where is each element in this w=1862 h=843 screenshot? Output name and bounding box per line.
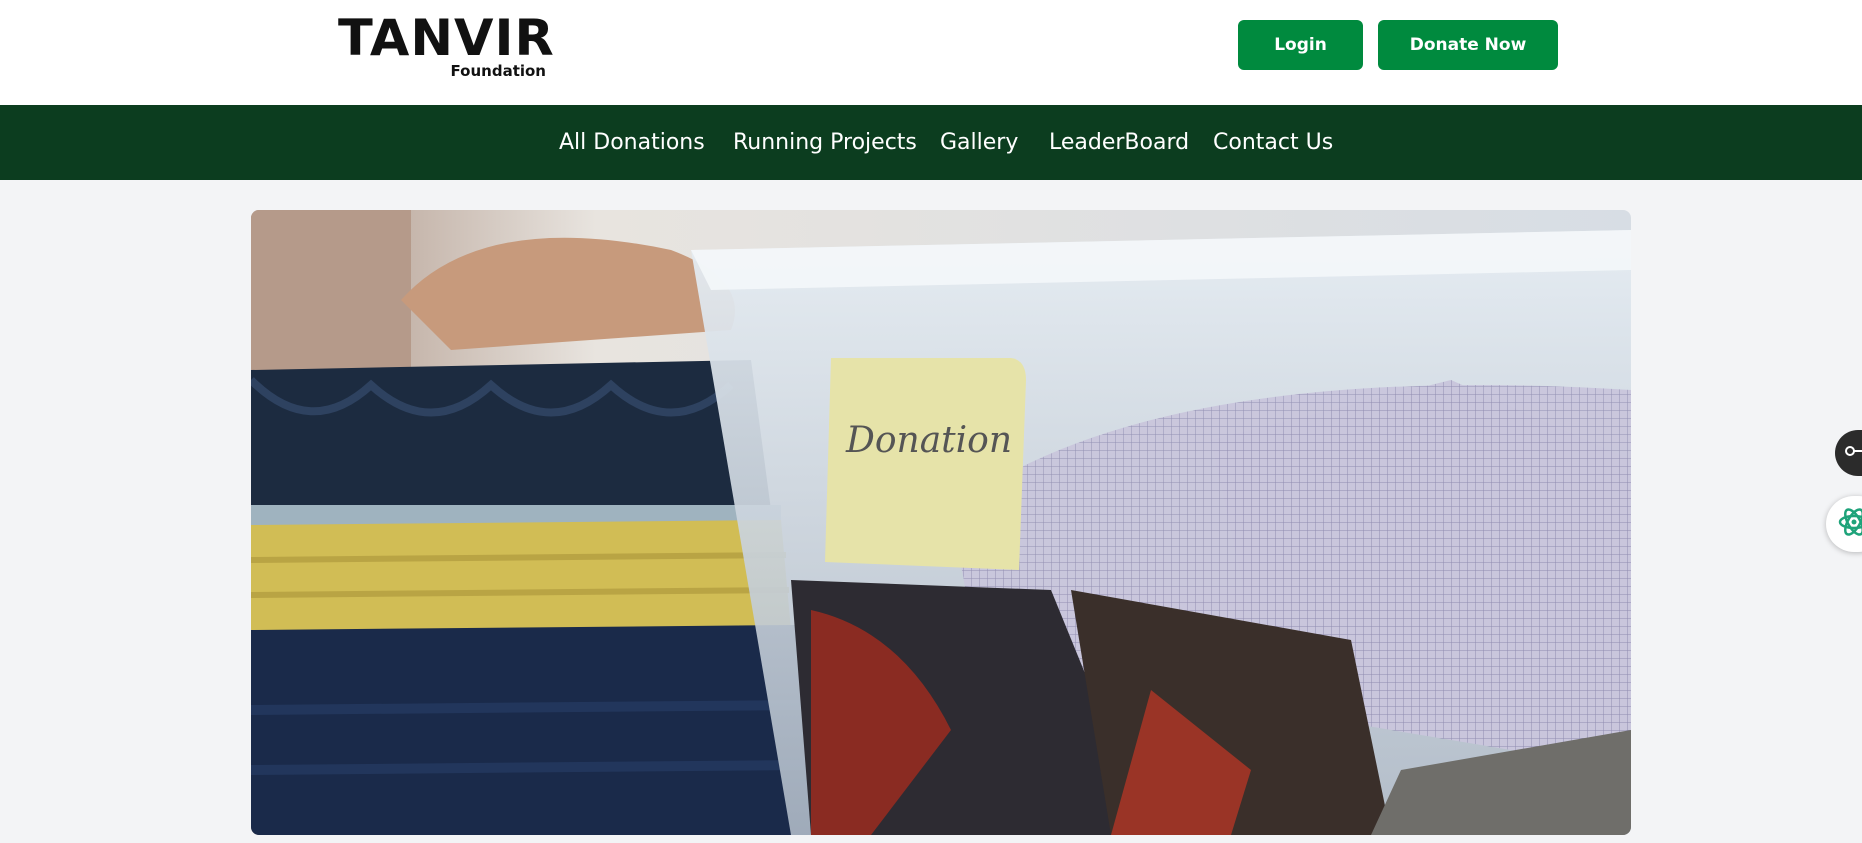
login-button[interactable]: Login <box>1238 20 1363 70</box>
brand-logo[interactable]: TANVIR Foundation <box>338 10 554 84</box>
nav-item-running-projects[interactable]: Running Projects <box>733 105 917 180</box>
donate-now-button[interactable]: Donate Now <box>1378 20 1558 70</box>
brand-tagline: Foundation <box>450 62 546 80</box>
accessibility-widget[interactable] <box>1835 430 1862 476</box>
sticky-note-text: Donation <box>845 420 1012 461</box>
site-header: TANVIR Foundation Login Donate Now <box>0 0 1862 105</box>
nav-item-all-donations[interactable]: All Donations <box>559 105 705 180</box>
hero-banner-image: Donation <box>251 210 1631 835</box>
brand-name: TANVIR <box>338 9 555 67</box>
nav-item-leaderboard[interactable]: LeaderBoard <box>1049 105 1189 180</box>
nav-item-gallery[interactable]: Gallery <box>940 105 1018 180</box>
atom-icon <box>1838 506 1862 543</box>
assistant-widget[interactable] <box>1826 496 1862 552</box>
main-nav: All Donations Running Projects Gallery L… <box>0 105 1862 180</box>
slider-toggle-icon <box>1843 440 1862 467</box>
nav-item-contact-us[interactable]: Contact Us <box>1213 105 1333 180</box>
